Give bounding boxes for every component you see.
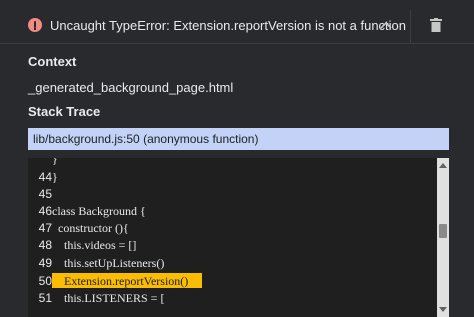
- code-scrollbar[interactable]: [437, 158, 449, 317]
- trash-icon: [430, 18, 442, 32]
- line-number: 47: [38, 221, 52, 235]
- line-number: 50: [38, 274, 52, 288]
- error-detail-panel: Uncaught TypeError: Extension.reportVers…: [0, 0, 474, 317]
- header-divider: [410, 10, 411, 44]
- error-icon: [28, 18, 42, 32]
- code-line: 51 this.LISTENERS = [: [28, 289, 433, 307]
- code-line: 48 this.videos = []: [28, 236, 433, 254]
- error-header: Uncaught TypeError: Extension.reportVers…: [0, 0, 474, 44]
- line-number: 48: [38, 238, 52, 252]
- code-text: this.videos = []: [52, 238, 137, 252]
- stack-frame-row[interactable]: lib/background.js:50 (anonymous function…: [28, 128, 449, 150]
- code-line: }: [28, 158, 433, 168]
- code-text: Extension.reportVersion(): [52, 274, 189, 288]
- line-number: 51: [38, 291, 52, 305]
- context-value: _generated_background_page.html: [28, 80, 234, 95]
- code-line: 47 constructor (){: [28, 219, 433, 237]
- context-heading: Context: [28, 54, 77, 69]
- code-text: }: [52, 170, 58, 184]
- code-viewer[interactable]: } 44 } 45 46 class Background { 47 const…: [28, 158, 449, 317]
- delete-button[interactable]: [426, 14, 446, 36]
- line-number: 44: [38, 170, 52, 184]
- line-number: 49: [38, 256, 52, 270]
- collapse-button[interactable]: [376, 15, 396, 35]
- code-text: }: [52, 158, 58, 166]
- code-line: 46 class Background {: [28, 202, 433, 220]
- error-title: Uncaught TypeError: Extension.reportVers…: [50, 18, 407, 33]
- scrollbar-thumb[interactable]: [439, 224, 447, 238]
- scroll-down-icon[interactable]: [439, 307, 447, 312]
- stack-trace-heading: Stack Trace: [28, 104, 101, 119]
- code-line: 49 this.setUpListeners(): [28, 254, 433, 272]
- code-text: this.setUpListeners(): [52, 256, 165, 270]
- code-line-highlighted: 50 Extension.reportVersion(): [28, 272, 433, 290]
- line-number: 46: [38, 204, 52, 218]
- code-line: 44 }: [28, 168, 433, 186]
- line-number: 45: [38, 187, 52, 201]
- chevron-up-icon: [380, 21, 392, 29]
- scroll-up-icon[interactable]: [439, 163, 447, 168]
- code-line: 45: [28, 185, 433, 203]
- code-text: class Background {: [52, 204, 146, 218]
- code-text: this.LISTENERS = [: [52, 291, 165, 305]
- code-text: constructor (){: [52, 221, 129, 235]
